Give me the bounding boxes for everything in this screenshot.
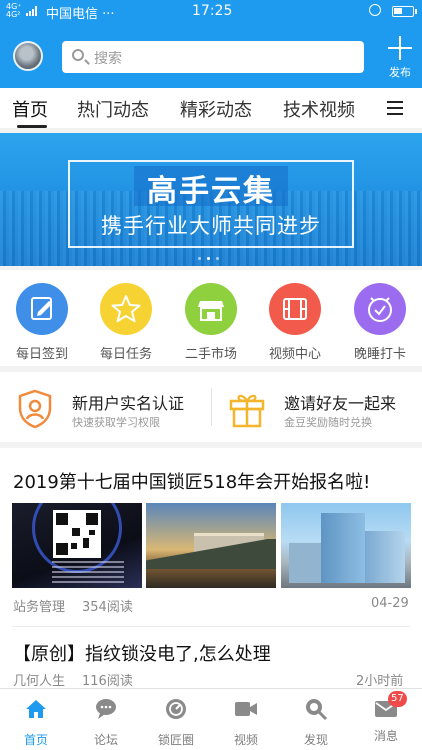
qr-code-image bbox=[53, 510, 101, 558]
quick-item-checkin[interactable]: 每日签到 bbox=[6, 283, 78, 362]
circle-icon bbox=[166, 699, 186, 719]
network-type: 4G⁺ 4G² bbox=[6, 2, 22, 19]
thumbnail-building bbox=[365, 531, 405, 583]
quick-item-label: 晚睡打卡 bbox=[353, 347, 406, 362]
carrier-label: 中国电信 ··· bbox=[46, 7, 115, 22]
tab-hot[interactable]: 热门动态 bbox=[77, 96, 149, 122]
alarm-icon bbox=[369, 4, 381, 16]
gift-icon bbox=[229, 394, 265, 428]
quick-item-video[interactable]: 视频中心 bbox=[259, 283, 331, 362]
nav-label: 论坛 bbox=[93, 733, 118, 747]
banner-frame: 高手云集 携手行业大师共同进步 bbox=[68, 160, 354, 248]
article-feed: 2019第十七届中国锁匠518年会开始报名啦! 站务管理 354阅读 04-29… bbox=[0, 448, 422, 689]
search-input[interactable]: 搜索 bbox=[62, 41, 364, 73]
bottom-nav: 首页 论坛 锁匠圈 视频 发现 57 消息 bbox=[0, 688, 422, 750]
nav-label: 发现 bbox=[303, 733, 328, 747]
nav-messages[interactable]: 57 消息 bbox=[356, 691, 416, 744]
article-time: 2小时前 bbox=[356, 674, 404, 689]
publish-button[interactable]: 发布 bbox=[382, 36, 418, 82]
star-icon bbox=[100, 283, 152, 335]
video-icon bbox=[235, 702, 257, 716]
tab-tech-video[interactable]: 技术视频 bbox=[283, 96, 355, 122]
article-thumbnail[interactable] bbox=[281, 503, 411, 588]
check-clock-icon bbox=[354, 283, 406, 335]
quick-item-label: 二手市场 bbox=[184, 347, 237, 362]
edit-icon bbox=[16, 283, 68, 335]
discover-icon bbox=[306, 699, 328, 721]
quick-actions: 每日签到 每日任务 二手市场 视频中心 晚睡打卡 bbox=[0, 270, 422, 366]
article-reads: 354阅读 bbox=[82, 600, 133, 615]
promo-title: 新用户实名认证 bbox=[72, 394, 185, 413]
active-tab-indicator bbox=[17, 125, 47, 128]
app-screen: 4G⁺ 4G² 中国电信 ··· 17:25 搜索 发布 首页 热门动态 精彩动… bbox=[0, 0, 422, 750]
nav-home[interactable]: 首页 bbox=[6, 697, 66, 748]
quick-item-label: 每日签到 bbox=[15, 347, 68, 362]
status-time: 17:25 bbox=[192, 3, 233, 19]
nav-label: 锁匠圈 bbox=[157, 733, 194, 747]
nav-video[interactable]: 视频 bbox=[216, 697, 276, 748]
menu-icon[interactable] bbox=[387, 101, 403, 115]
banner-title: 高手云集 bbox=[147, 174, 275, 209]
plus-icon bbox=[388, 36, 412, 60]
nav-label: 首页 bbox=[23, 733, 48, 747]
banner-subtitle: 携手行业大师共同进步 bbox=[101, 214, 321, 238]
thumbnail-building bbox=[289, 543, 323, 583]
banner[interactable]: 高手云集 携手行业大师共同进步 bbox=[0, 133, 422, 266]
article-thumbnail[interactable] bbox=[12, 503, 142, 588]
tab-bar: 首页 热门动态 精彩动态 技术视频 bbox=[0, 88, 422, 128]
verify-identity-card[interactable]: 新用户实名认证 快速获取学习权限 bbox=[14, 384, 204, 430]
quick-item-tasks[interactable]: 每日任务 bbox=[90, 283, 162, 362]
mail-icon-wrap: 57 bbox=[374, 691, 407, 721]
article-author: 站务管理 bbox=[13, 600, 66, 615]
nav-forum[interactable]: 论坛 bbox=[76, 697, 136, 748]
nav-locksmith-circle[interactable]: 锁匠圈 bbox=[146, 697, 206, 748]
nav-label: 视频 bbox=[233, 733, 258, 747]
carousel-dots bbox=[198, 257, 224, 261]
quick-item-late-checkin[interactable]: 晚睡打卡 bbox=[344, 283, 416, 362]
chat-icon bbox=[96, 699, 116, 719]
shop-icon bbox=[185, 283, 237, 335]
article-title[interactable]: 2019第十七届中国锁匠518年会开始报名啦! bbox=[13, 468, 370, 494]
unread-badge: 57 bbox=[388, 691, 407, 707]
id-shield-icon bbox=[18, 389, 52, 429]
quick-item-label: 视频中心 bbox=[268, 347, 321, 362]
battery-icon bbox=[392, 6, 417, 17]
article-thumbnail[interactable] bbox=[146, 503, 276, 588]
thumbnail-building bbox=[321, 513, 365, 583]
publish-label: 发布 bbox=[389, 66, 411, 79]
promo-row: 新用户实名认证 快速获取学习权限 邀请好友一起来 金豆奖励随时兑换 bbox=[0, 372, 422, 442]
search-placeholder: 搜索 bbox=[94, 51, 122, 67]
article-title[interactable]: 【原创】指纹锁没电了,怎么处理 bbox=[13, 640, 271, 666]
article-reads: 116阅读 bbox=[82, 674, 133, 689]
promo-divider bbox=[211, 388, 212, 426]
nav-label: 消息 bbox=[373, 729, 398, 743]
article-time: 04-29 bbox=[371, 596, 409, 611]
thumbnail-hill bbox=[146, 539, 276, 569]
promo-subtitle: 快速获取学习权限 bbox=[72, 416, 160, 429]
quick-item-market[interactable]: 二手市场 bbox=[175, 283, 247, 362]
promo-title: 邀请好友一起来 bbox=[284, 394, 397, 413]
tab-featured[interactable]: 精彩动态 bbox=[180, 96, 252, 122]
film-icon bbox=[269, 283, 321, 335]
avatar[interactable] bbox=[13, 41, 43, 71]
quick-item-label: 每日任务 bbox=[99, 347, 152, 362]
thumbnail-text bbox=[52, 561, 124, 583]
feed-divider bbox=[12, 626, 410, 627]
signal-icon bbox=[26, 6, 40, 16]
promo-subtitle: 金豆奖励随时兑换 bbox=[284, 416, 372, 429]
search-icon bbox=[72, 49, 84, 61]
tab-home[interactable]: 首页 bbox=[12, 96, 48, 122]
invite-friends-card[interactable]: 邀请好友一起来 金豆奖励随时兑换 bbox=[226, 384, 416, 430]
home-icon bbox=[26, 700, 46, 718]
top-bar: 4G⁺ 4G² 中国电信 ··· 17:25 搜索 发布 bbox=[0, 0, 422, 88]
nav-discover[interactable]: 发现 bbox=[286, 697, 346, 748]
status-bar: 4G⁺ 4G² 中国电信 ··· 17:25 bbox=[0, 0, 422, 24]
article-author: 几何人生 bbox=[13, 674, 66, 689]
